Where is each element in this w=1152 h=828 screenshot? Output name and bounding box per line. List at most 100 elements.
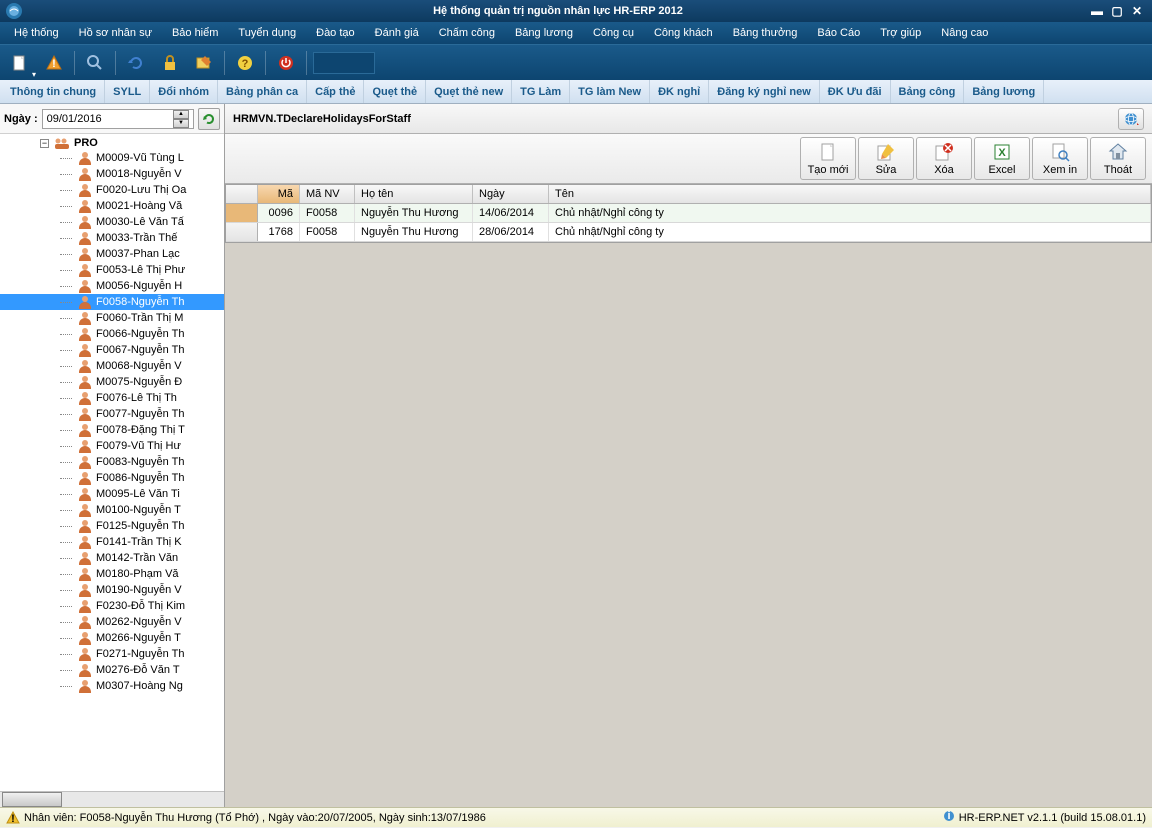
- col-ngay[interactable]: Ngày: [473, 185, 549, 203]
- search-icon[interactable]: [81, 49, 109, 77]
- tree-item[interactable]: F0053-Lê Thị Phư: [0, 262, 224, 278]
- tree-item[interactable]: F0230-Đỗ Thị Kim: [0, 598, 224, 614]
- tab-item[interactable]: Quẹt thẻ: [364, 80, 426, 103]
- preview-button[interactable]: Xem in: [1032, 137, 1088, 180]
- tree-item[interactable]: M0009-Vũ Tùng L: [0, 150, 224, 166]
- delete-button[interactable]: Xóa: [916, 137, 972, 180]
- employee-tree[interactable]: − PRO M0009-Vũ Tùng LM0018-Nguyễn VF0020…: [0, 134, 224, 791]
- refresh-icon[interactable]: [122, 49, 150, 77]
- tree-item[interactable]: M0037-Phan Lạc: [0, 246, 224, 262]
- tree-root-node[interactable]: PRO: [0, 136, 224, 150]
- menu-item[interactable]: Bảng lương: [505, 24, 583, 42]
- tab-item[interactable]: Quẹt thẻ new: [426, 80, 512, 103]
- tab-item[interactable]: TG làm New: [570, 80, 650, 103]
- tree-item[interactable]: M0276-Đỗ Văn T: [0, 662, 224, 678]
- date-input[interactable]: 09/01/2016 ▲ ▼: [42, 109, 194, 129]
- date-spin-down[interactable]: ▼: [173, 119, 189, 128]
- tree-item[interactable]: M0021-Hoàng Vă: [0, 198, 224, 214]
- tree-item[interactable]: F0271-Nguyễn Th: [0, 646, 224, 662]
- tree-item[interactable]: M0068-Nguyễn V: [0, 358, 224, 374]
- menu-item[interactable]: Bảng thưởng: [723, 24, 808, 42]
- help-icon[interactable]: ?: [231, 49, 259, 77]
- tab-item[interactable]: SYLL: [105, 80, 150, 103]
- tree-item[interactable]: M0095-Lê Văn Ti: [0, 486, 224, 502]
- person-icon: [78, 343, 92, 357]
- tab-item[interactable]: TG Làm: [512, 80, 570, 103]
- tree-item[interactable]: M0033-Trần Thế: [0, 230, 224, 246]
- tree-item[interactable]: F0083-Nguyễn Th: [0, 454, 224, 470]
- tree-item[interactable]: M0190-Nguyễn V: [0, 582, 224, 598]
- tab-item[interactable]: Bảng công: [891, 80, 965, 103]
- tree-item[interactable]: F0067-Nguyễn Th: [0, 342, 224, 358]
- date-spin-up[interactable]: ▲: [173, 110, 189, 119]
- col-ma[interactable]: Mã: [258, 185, 300, 203]
- language-button[interactable]: [1118, 108, 1144, 130]
- tab-item[interactable]: ĐK nghỉ: [650, 80, 709, 103]
- new-doc-icon[interactable]: ▾: [6, 49, 34, 77]
- warning-icon[interactable]: !: [40, 49, 68, 77]
- menu-item[interactable]: Bảo hiểm: [162, 24, 228, 42]
- tree-item[interactable]: M0142-Trần Văn: [0, 550, 224, 566]
- minimize-button[interactable]: ▬: [1088, 4, 1106, 18]
- excel-button[interactable]: X Excel: [974, 137, 1030, 180]
- row-header-corner[interactable]: [226, 185, 258, 203]
- close-button[interactable]: ✕: [1128, 4, 1146, 18]
- tab-item[interactable]: Đổi nhóm: [150, 80, 218, 103]
- tab-item[interactable]: ĐK Ưu đãi: [820, 80, 891, 103]
- menu-item[interactable]: Chấm công: [429, 24, 505, 42]
- tree-item[interactable]: M0018-Nguyễn V: [0, 166, 224, 182]
- col-hoten[interactable]: Họ tên: [355, 185, 473, 203]
- tree-item[interactable]: F0060-Trần Thị M: [0, 310, 224, 326]
- menu-item[interactable]: Nâng cao: [931, 24, 998, 42]
- power-icon[interactable]: [272, 49, 300, 77]
- date-refresh-button[interactable]: [198, 108, 220, 130]
- horizontal-scrollbar[interactable]: [0, 791, 224, 807]
- tree-item[interactable]: M0075-Nguyễn Đ: [0, 374, 224, 390]
- tab-item[interactable]: Thông tin chung: [2, 80, 105, 103]
- tab-item[interactable]: Bảng lương: [964, 80, 1044, 103]
- menu-item[interactable]: Đánh giá: [365, 24, 429, 42]
- tab-item[interactable]: Bảng phân ca: [218, 80, 307, 103]
- tree-expand-toggle[interactable]: −: [40, 139, 49, 148]
- tree-item[interactable]: F0020-Lưu Thị Oa: [0, 182, 224, 198]
- tree-item[interactable]: F0066-Nguyễn Th: [0, 326, 224, 342]
- menu-item[interactable]: Báo Cáo: [807, 24, 870, 42]
- tree-item[interactable]: F0125-Nguyễn Th: [0, 518, 224, 534]
- menu-item[interactable]: Trợ giúp: [870, 24, 931, 42]
- tab-item[interactable]: Cấp thẻ: [307, 80, 364, 103]
- edit-box-icon[interactable]: [190, 49, 218, 77]
- table-row[interactable]: 0096F0058Nguyễn Thu Hương14/06/2014Chủ n…: [226, 204, 1151, 223]
- maximize-button[interactable]: ▢: [1108, 4, 1126, 18]
- holiday-grid[interactable]: Mã Mã NV Họ tên Ngày Tên 0096F0058Nguyễn…: [225, 184, 1152, 243]
- tree-item[interactable]: F0076-Lê Thị Th: [0, 390, 224, 406]
- tree-item[interactable]: M0262-Nguyễn V: [0, 614, 224, 630]
- menu-item[interactable]: Công cụ: [583, 24, 644, 42]
- col-ten[interactable]: Tên: [549, 185, 1151, 203]
- lock-icon[interactable]: [156, 49, 184, 77]
- table-row[interactable]: 1768F0058Nguyễn Thu Hương28/06/2014Chủ n…: [226, 223, 1151, 242]
- tree-item[interactable]: M0056-Nguyễn H: [0, 278, 224, 294]
- menu-item[interactable]: Hồ sơ nhân sự: [69, 24, 162, 42]
- edit-button[interactable]: Sửa: [858, 137, 914, 180]
- menu-item[interactable]: Tuyển dụng: [228, 24, 306, 42]
- scrollbar-thumb[interactable]: [2, 792, 62, 807]
- menu-item[interactable]: Hệ thống: [4, 24, 69, 42]
- tree-item[interactable]: M0180-Phạm Vă: [0, 566, 224, 582]
- tree-item[interactable]: M0100-Nguyễn T: [0, 502, 224, 518]
- menu-item[interactable]: Công khách: [644, 24, 723, 42]
- col-manv[interactable]: Mã NV: [300, 185, 355, 203]
- tree-item[interactable]: F0079-Vũ Thị Hư: [0, 438, 224, 454]
- new-button[interactable]: Tạo mới: [800, 137, 856, 180]
- tree-item[interactable]: F0077-Nguyễn Th: [0, 406, 224, 422]
- tree-item[interactable]: F0058-Nguyễn Th: [0, 294, 224, 310]
- tab-item[interactable]: Đăng ký nghỉ new: [709, 80, 820, 103]
- tree-item[interactable]: M0307-Hoàng Ng: [0, 678, 224, 694]
- tree-item[interactable]: M0266-Nguyễn T: [0, 630, 224, 646]
- toolbar-input[interactable]: [313, 52, 375, 74]
- menu-item[interactable]: Đào tạo: [306, 24, 365, 42]
- tree-item[interactable]: F0141-Trần Thị K: [0, 534, 224, 550]
- tree-item[interactable]: F0086-Nguyễn Th: [0, 470, 224, 486]
- tree-item[interactable]: M0030-Lê Văn Tấ: [0, 214, 224, 230]
- tree-item[interactable]: F0078-Đặng Thị T: [0, 422, 224, 438]
- exit-button[interactable]: Thoát: [1090, 137, 1146, 180]
